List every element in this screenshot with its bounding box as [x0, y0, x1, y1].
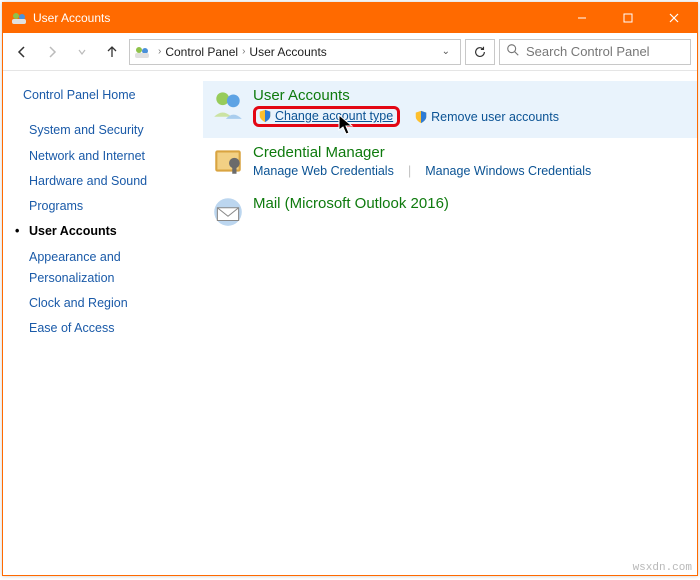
- section-title[interactable]: Mail (Microsoft Outlook 2016): [253, 195, 687, 212]
- section-credential-manager: Credential Manager Manage Web Credential…: [203, 138, 697, 189]
- main-panel: User Accounts Change account type Remove…: [203, 71, 697, 575]
- search-icon: [506, 43, 520, 60]
- sidebar-item-hardware-sound[interactable]: Hardware and Sound: [29, 171, 193, 192]
- content-area: Control Panel Home System and Security N…: [3, 71, 697, 575]
- user-accounts-icon: [211, 87, 245, 121]
- remove-user-accounts-link[interactable]: Remove user accounts: [414, 110, 559, 124]
- sidebar-item-ease-of-access[interactable]: Ease of Access: [29, 318, 193, 339]
- credential-manager-icon: [211, 144, 245, 178]
- sidebar-item-clock-region[interactable]: Clock and Region: [29, 293, 193, 314]
- chevron-right-icon[interactable]: ›: [158, 46, 161, 57]
- section-title[interactable]: Credential Manager: [253, 144, 687, 161]
- shield-icon: [258, 109, 272, 123]
- up-button[interactable]: [99, 39, 125, 65]
- link-label: Remove user accounts: [431, 110, 559, 124]
- refresh-button[interactable]: [465, 39, 495, 65]
- manage-windows-credentials-link[interactable]: Manage Windows Credentials: [425, 164, 591, 178]
- sidebar-item-appearance[interactable]: Appearance and Personalization: [29, 247, 193, 290]
- mail-icon: [211, 195, 245, 229]
- breadcrumb[interactable]: › Control Panel › User Accounts ⌄: [129, 39, 461, 65]
- back-button[interactable]: [9, 39, 35, 65]
- titlebar: User Accounts: [3, 3, 697, 33]
- section-user-accounts: User Accounts Change account type Remove…: [203, 81, 697, 138]
- sidebar-item-system-security[interactable]: System and Security: [29, 120, 193, 141]
- recent-dropdown-button[interactable]: [69, 39, 95, 65]
- section-title[interactable]: User Accounts: [253, 87, 687, 104]
- link-label: Change account type: [275, 109, 393, 123]
- sidebar: Control Panel Home System and Security N…: [3, 71, 203, 575]
- sidebar-item-network[interactable]: Network and Internet: [29, 146, 193, 167]
- close-button[interactable]: [651, 3, 697, 33]
- maximize-button[interactable]: [605, 3, 651, 33]
- breadcrumb-root[interactable]: Control Panel: [165, 45, 238, 59]
- section-mail: Mail (Microsoft Outlook 2016): [203, 189, 697, 240]
- sidebar-home[interactable]: Control Panel Home: [23, 85, 193, 106]
- search-placeholder: Search Control Panel: [526, 44, 650, 59]
- minimize-button[interactable]: [559, 3, 605, 33]
- forward-button[interactable]: [39, 39, 65, 65]
- breadcrumb-dropdown[interactable]: ⌄: [436, 46, 456, 57]
- search-input[interactable]: Search Control Panel: [499, 39, 691, 65]
- divider: |: [408, 163, 411, 178]
- address-bar: › Control Panel › User Accounts ⌄ Search…: [3, 33, 697, 71]
- user-accounts-icon: [11, 10, 27, 26]
- window: User Accounts › Control Panel › User Acc…: [2, 2, 698, 576]
- chevron-right-icon[interactable]: ›: [242, 46, 245, 57]
- user-accounts-icon: [134, 44, 150, 60]
- change-account-type-link[interactable]: Change account type: [253, 106, 400, 127]
- breadcrumb-current[interactable]: User Accounts: [249, 45, 326, 59]
- watermark: wsxdn.com: [633, 562, 692, 574]
- shield-icon: [414, 110, 428, 124]
- sidebar-item-user-accounts[interactable]: User Accounts: [29, 221, 193, 242]
- manage-web-credentials-link[interactable]: Manage Web Credentials: [253, 164, 394, 178]
- window-title: User Accounts: [33, 11, 110, 25]
- sidebar-item-programs[interactable]: Programs: [29, 196, 193, 217]
